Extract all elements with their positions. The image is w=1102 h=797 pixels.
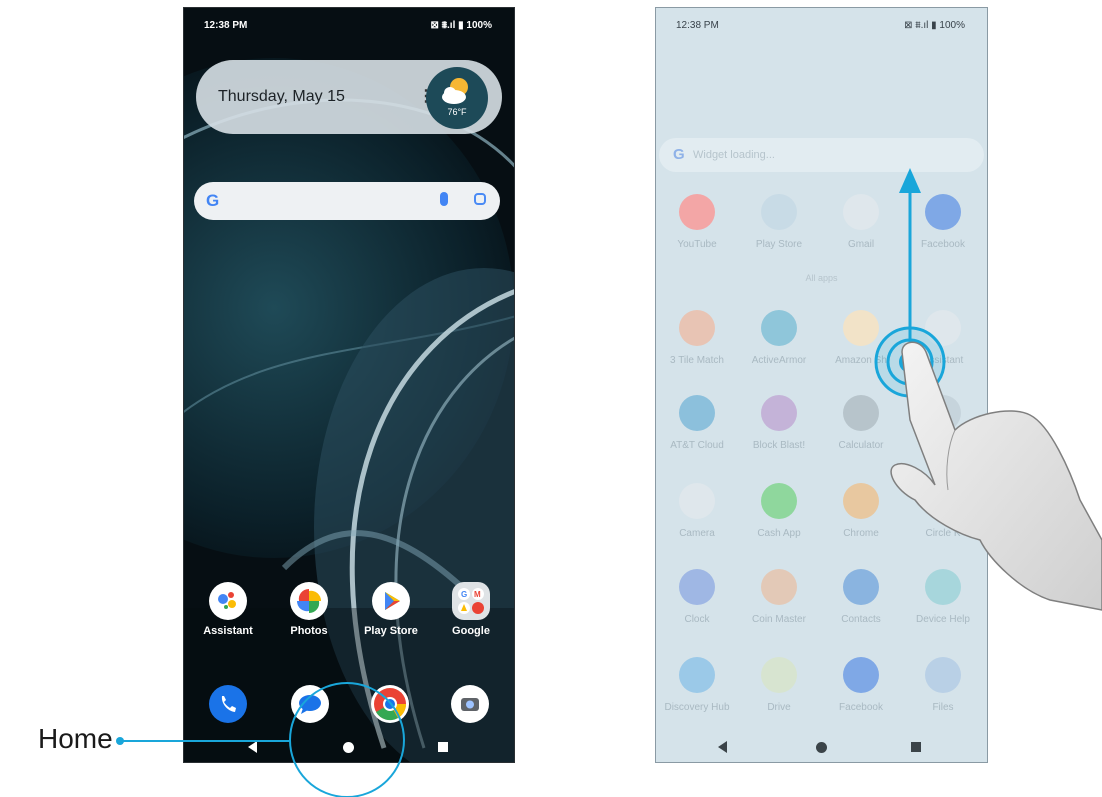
swipe-up-gesture bbox=[874, 168, 946, 398]
app-assistant[interactable]: Assistant bbox=[192, 582, 264, 637]
app-photos[interactable]: Photos bbox=[273, 582, 345, 637]
app-label: Assistant bbox=[203, 625, 253, 637]
google-folder-icon: GM bbox=[452, 582, 490, 620]
app-play-store[interactable]: Play Store bbox=[355, 582, 427, 637]
app-label: Google bbox=[452, 625, 490, 637]
lens-icon[interactable] bbox=[474, 193, 486, 205]
assistant-icon bbox=[209, 582, 247, 620]
app-label: Photos bbox=[290, 625, 328, 637]
home-icon[interactable] bbox=[343, 742, 354, 753]
photos-icon bbox=[290, 582, 328, 620]
back-icon[interactable] bbox=[248, 741, 257, 753]
recents-icon[interactable] bbox=[438, 742, 448, 752]
status-system-icons: ⊠ ⩩.ıl ▮ 100% bbox=[430, 20, 492, 31]
status-bar: 12:38 PM ⊠ ⩩.ıl ▮ 100% bbox=[184, 20, 514, 36]
camera-icon[interactable] bbox=[451, 685, 489, 723]
app-label: Play Store bbox=[364, 625, 418, 637]
app-drawer-phone: 12:38 PM ⊠ ⩩.ıl ▮ 100% G Widget loading.… bbox=[655, 7, 988, 763]
chrome-icon[interactable] bbox=[371, 685, 409, 723]
app-google-folder[interactable]: GM Google bbox=[435, 582, 507, 637]
google-logo-icon: G bbox=[206, 191, 220, 210]
mic-icon[interactable] bbox=[440, 192, 448, 206]
svg-text:M: M bbox=[474, 590, 481, 599]
messages-icon[interactable] bbox=[291, 685, 329, 723]
home-screen-phone: 12:38 PM ⊠ ⩩.ıl ▮ 100% Thursday, May 15 … bbox=[183, 7, 515, 763]
weather-badge[interactable]: 76°F bbox=[426, 67, 488, 129]
svg-text:G: G bbox=[461, 590, 467, 599]
at-a-glance-widget[interactable]: Thursday, May 15 ⋮ 76°F bbox=[196, 60, 502, 134]
weather-temperature: 76°F bbox=[447, 107, 467, 117]
status-time: 12:38 PM bbox=[204, 20, 248, 31]
home-callout-label: Home bbox=[38, 723, 113, 754]
partly-cloudy-icon bbox=[442, 78, 468, 104]
google-search-bar[interactable]: G bbox=[194, 182, 500, 220]
widget-date: Thursday, May 15 bbox=[218, 88, 345, 105]
phone-icon[interactable] bbox=[209, 685, 247, 723]
play-store-icon bbox=[372, 582, 410, 620]
